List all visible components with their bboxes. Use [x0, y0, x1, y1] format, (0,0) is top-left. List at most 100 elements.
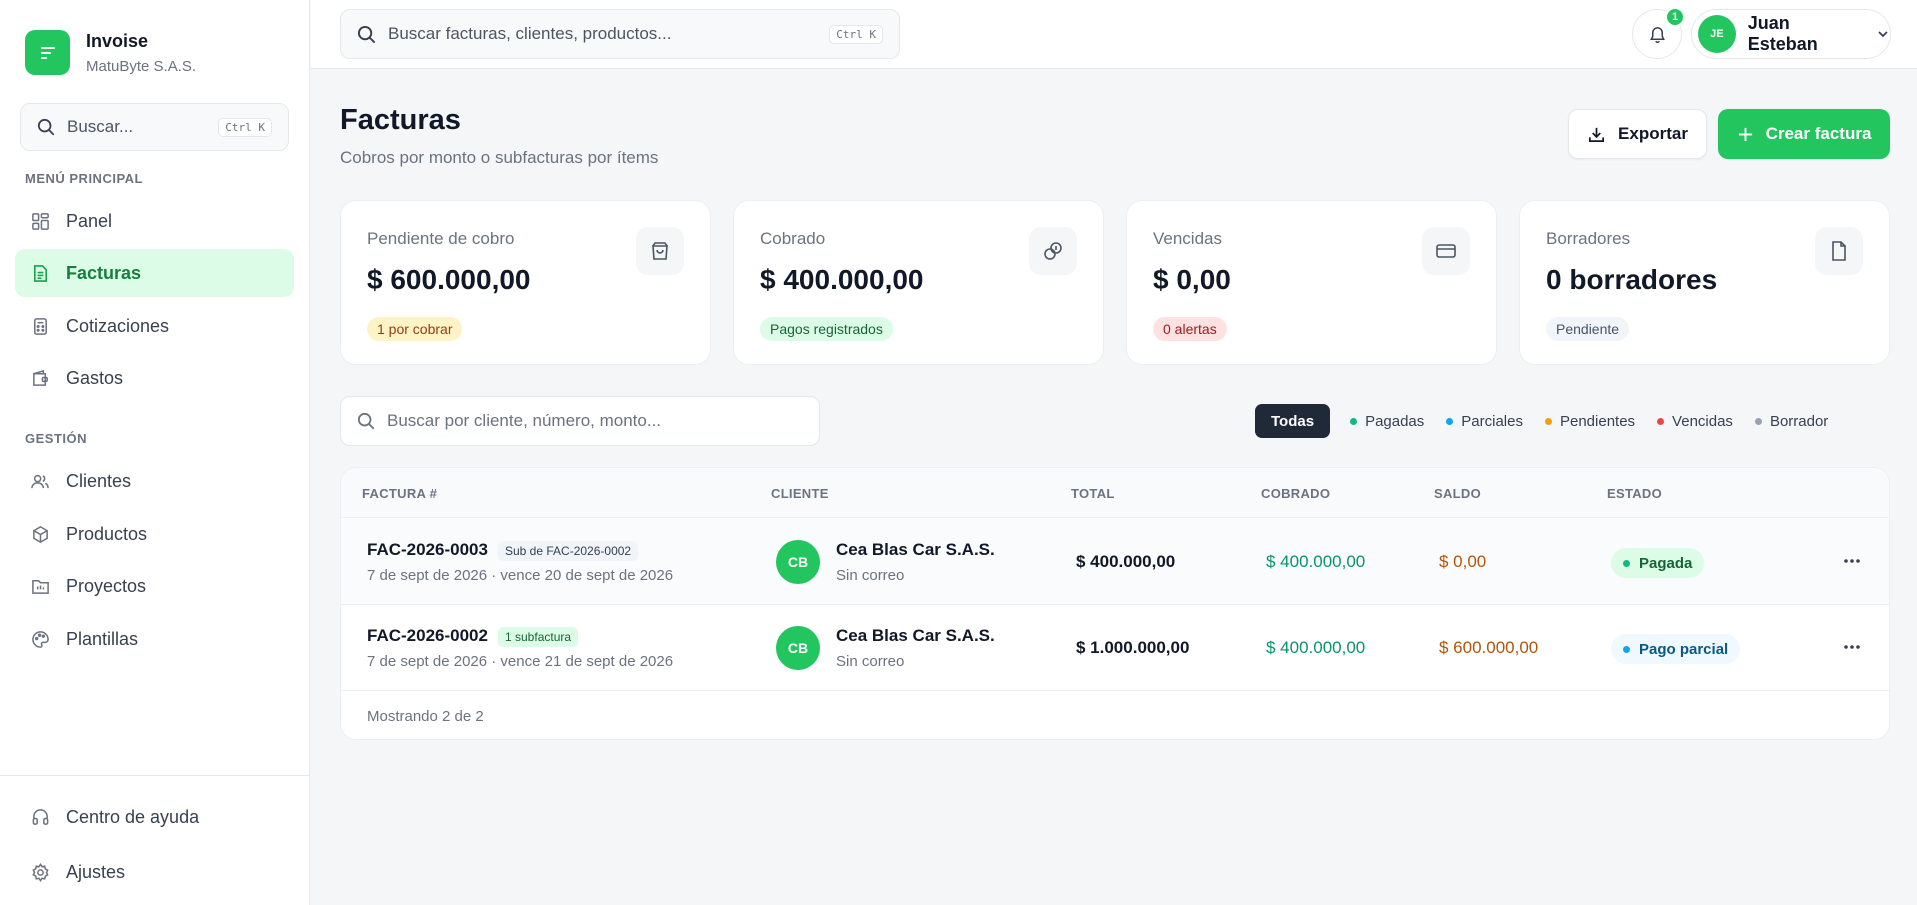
status-dot: [1623, 559, 1630, 567]
credit-card-icon: [1422, 227, 1470, 275]
table-row[interactable]: FAC-2026-0003 Sub de FAC-2026-0002 7 de …: [341, 519, 1889, 605]
brand[interactable]: Invoise MatuByte S.A.S.: [25, 30, 196, 75]
stat-badge: Pagos registrados: [760, 317, 893, 341]
invoice-dates: 7 de sept de 2026 · vence 21 de sept de …: [367, 653, 674, 670]
filter-label: Parciales: [1461, 412, 1523, 430]
sidebar-item-clientes[interactable]: Clientes: [15, 457, 294, 505]
invoice-total: $ 400.000,00: [1076, 552, 1176, 571]
sidebar-item-label: Centro de ayuda: [66, 806, 200, 827]
grid-icon: [30, 211, 50, 231]
status-dot: [1657, 417, 1665, 425]
calculator-icon: [30, 316, 50, 336]
bell-icon: [1649, 26, 1665, 43]
chevron-down-icon: [1878, 31, 1888, 38]
column-header: TOTAL: [1071, 486, 1115, 501]
stat-badge: Pendiente: [1546, 317, 1630, 341]
package-icon: [30, 524, 50, 544]
table-header: FACTURA # CLIENTE TOTAL COBRADO SALDO ES…: [341, 468, 1889, 518]
page-title: Facturas: [340, 104, 461, 136]
sidebar: Invoise MatuByte S.A.S. Buscar... Ctrl K…: [0, 0, 310, 905]
file-text-icon: [30, 263, 50, 283]
client-email: Sin correo: [836, 567, 905, 584]
search-icon: [357, 412, 375, 430]
status-dot: [1623, 645, 1630, 653]
filter-todas[interactable]: Todas: [1255, 404, 1331, 438]
export-button[interactable]: Exportar: [1568, 109, 1707, 159]
invoice-number[interactable]: FAC-2026-0002: [367, 626, 488, 646]
filter-pagadas[interactable]: Pagadas: [1340, 404, 1434, 438]
client-name: Cea Blas Car S.A.S.: [836, 626, 995, 645]
filter-pendientes[interactable]: Pendientes: [1535, 404, 1645, 438]
client-name: Cea Blas Car S.A.S.: [836, 540, 995, 559]
ellipsis-icon: [1844, 559, 1860, 563]
plus-icon: [1738, 127, 1752, 141]
search-icon: [357, 25, 376, 43]
sidebar-item-help[interactable]: Centro de ayuda: [15, 793, 294, 841]
invoice-collected: $ 400.000,00: [1266, 552, 1366, 571]
client-avatar: CB: [776, 540, 820, 584]
invoice-balance: $ 0,00: [1439, 552, 1487, 571]
client-email: Sin correo: [836, 653, 905, 670]
filter-label: Pagadas: [1365, 412, 1425, 430]
stat-value: $ 0,00: [1153, 264, 1231, 295]
topbar: Buscar facturas, clientes, productos... …: [311, 0, 1917, 69]
stat-card-borradores: Borradores 0 borradores Pendiente: [1519, 200, 1890, 365]
create-invoice-button[interactable]: Crear factura: [1718, 109, 1890, 159]
user-name: Juan Esteban: [1747, 13, 1818, 54]
table-row[interactable]: FAC-2026-0002 1 subfactura 7 de sept de …: [341, 605, 1889, 691]
file-icon: [1815, 227, 1863, 275]
sidebar-item-panel[interactable]: Panel: [15, 197, 294, 245]
sidebar-item-label: Productos: [66, 523, 148, 544]
global-search-placeholder: Buscar facturas, clientes, productos...: [388, 24, 672, 43]
more-actions-button[interactable]: [1838, 635, 1866, 659]
filter-label: Pendientes: [1559, 412, 1636, 430]
invoice-number[interactable]: FAC-2026-0003: [367, 540, 488, 560]
global-search-input[interactable]: Buscar facturas, clientes, productos... …: [340, 9, 900, 59]
sidebar-item-label: Gastos: [66, 367, 124, 388]
invoice-search-input[interactable]: Buscar por cliente, número, monto...: [340, 396, 820, 446]
filter-label: Vencidas: [1672, 412, 1733, 430]
sidebar-item-label: Cotizaciones: [66, 315, 170, 336]
users-icon: [30, 471, 50, 491]
client-avatar: CB: [776, 626, 820, 670]
sidebar-item-settings[interactable]: Ajustes: [15, 848, 294, 896]
invoice-collected: $ 400.000,00: [1266, 638, 1366, 657]
status-dot: [1350, 417, 1358, 425]
more-actions-button[interactable]: [1838, 549, 1866, 573]
status-dot: [1446, 417, 1454, 425]
invoice-balance: $ 600.000,00: [1439, 638, 1539, 657]
notification-count-badge: 1: [1665, 7, 1685, 27]
stat-card-cobrado: Cobrado $ 400.000,00 Pagos registrados: [733, 200, 1104, 365]
column-header: SALDO: [1434, 486, 1481, 501]
pagination-info: Mostrando 2 de 2: [367, 708, 484, 725]
folder-icon: [30, 576, 50, 596]
sidebar-item-label: Facturas: [66, 262, 142, 283]
shortcut-hint: Ctrl K: [218, 117, 272, 137]
invoice-tag: 1 subfactura: [498, 627, 579, 647]
sidebar-search[interactable]: Buscar... Ctrl K: [20, 103, 289, 151]
stat-card-pendiente: Pendiente de cobro $ 600.000,00 1 por co…: [340, 200, 711, 365]
sidebar-item-cotizaciones[interactable]: Cotizaciones: [15, 302, 294, 350]
filter-label: Borrador: [1769, 412, 1829, 430]
status-label: Pagada: [1639, 554, 1693, 572]
sidebar-item-gastos[interactable]: Gastos: [15, 354, 294, 402]
filter-borrador[interactable]: Borrador: [1745, 404, 1838, 438]
headset-icon: [30, 807, 50, 827]
filter-vencidas[interactable]: Vencidas: [1647, 404, 1743, 438]
sidebar-item-label: Plantillas: [66, 628, 139, 649]
status-dot: [1754, 417, 1762, 425]
gear-icon: [30, 862, 50, 882]
filter-parciales[interactable]: Parciales: [1436, 404, 1533, 438]
create-invoice-label: Crear factura: [1765, 124, 1872, 143]
shortcut-hint: Ctrl K: [829, 24, 883, 44]
sidebar-item-proyectos[interactable]: Proyectos: [15, 562, 294, 610]
user-menu-button[interactable]: JE Juan Esteban: [1691, 9, 1891, 59]
stat-value: $ 400.000,00: [760, 264, 924, 295]
avatar: JE: [1698, 15, 1736, 53]
sidebar-item-productos[interactable]: Productos: [15, 510, 294, 558]
sidebar-item-plantillas[interactable]: Plantillas: [15, 615, 294, 663]
sidebar-item-label: Ajustes: [66, 861, 126, 882]
sidebar-item-facturas[interactable]: Facturas: [15, 249, 294, 297]
notifications-button[interactable]: 1: [1632, 7, 1685, 59]
stat-label: Cobrado: [760, 229, 826, 248]
